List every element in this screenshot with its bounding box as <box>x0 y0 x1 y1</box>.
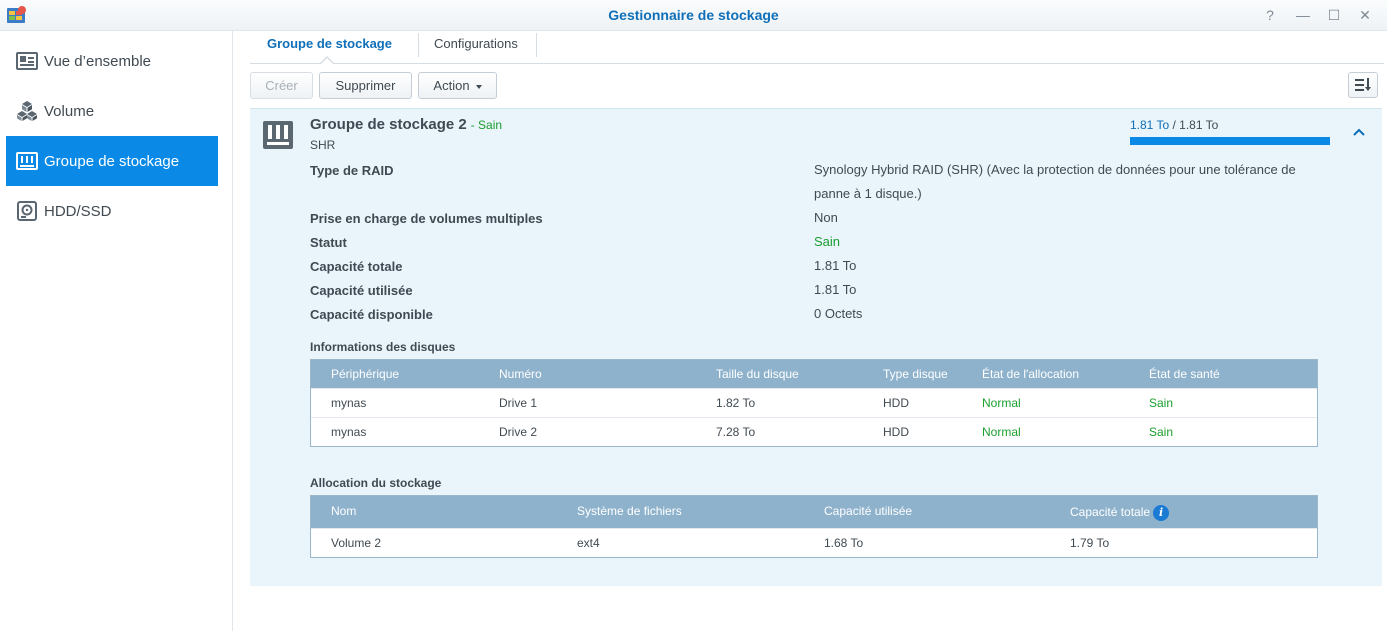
overview-icon <box>15 50 39 72</box>
sidebar-item-label: Groupe de stockage <box>44 152 180 170</box>
allocation-table-header: Nom Système de fichiers Capacité utilisé… <box>311 496 1317 528</box>
pool-capacity-bar-fill <box>1130 137 1330 145</box>
cell-used-capacity: 1.68 To <box>824 536 864 550</box>
tab-separator <box>418 33 419 57</box>
cell-health-status: Sain <box>1149 396 1174 410</box>
volume-cubes-icon <box>15 100 39 122</box>
column-header-total-capacity-label: Capacité totale <box>1070 505 1151 519</box>
maximize-button[interactable]: ☐ <box>1325 6 1343 24</box>
create-button[interactable]: Créer <box>250 72 313 99</box>
cell-health-status: Sain <box>1149 425 1174 439</box>
column-header-device[interactable]: Périphérique <box>331 360 399 388</box>
sidebar: Vue d’ensemble Volume Groupe de stockage… <box>0 31 233 631</box>
column-header-disk-type[interactable]: Type disque <box>883 360 948 388</box>
info-icon[interactable]: i <box>1153 504 1170 521</box>
help-button[interactable]: ? <box>1261 6 1279 24</box>
storage-pool-panel[interactable]: Groupe de stockage 2- Sain SHR 1.81 To /… <box>250 108 1382 586</box>
minimize-button[interactable]: — <box>1294 6 1312 24</box>
hdd-icon <box>15 200 39 222</box>
pool-name: Groupe de stockage 2 <box>310 116 467 133</box>
cell-disk-size: 1.82 To <box>716 396 756 410</box>
prop-value-multi-volume: Non <box>814 210 838 225</box>
disks-table: Périphérique Numéro Taille du disque Typ… <box>310 359 1318 447</box>
table-row[interactable]: Volume 2 ext4 1.68 To 1.79 To <box>311 528 1317 557</box>
pool-capacity-text: 1.81 To / 1.81 To <box>1130 118 1218 132</box>
cell-number: Drive 1 <box>499 396 538 410</box>
column-header-number[interactable]: Numéro <box>499 360 542 388</box>
disks-section-title: Informations des disques <box>310 340 456 354</box>
cell-device: mynas <box>331 396 367 410</box>
tab-configurations[interactable]: Configurations <box>434 31 518 64</box>
chevron-down-icon <box>475 84 482 89</box>
sort-icon <box>1355 78 1371 91</box>
allocation-section-title: Allocation du stockage <box>310 476 442 490</box>
main-content: Groupe de stockage Configurations Créer … <box>234 31 1387 631</box>
cell-disk-type: HDD <box>883 425 909 439</box>
cell-device: mynas <box>331 425 367 439</box>
prop-value-raid-type: Synology Hybrid RAID (SHR) (Avec la prot… <box>814 162 1296 201</box>
column-header-file-system[interactable]: Système de fichiers <box>577 496 682 526</box>
window-title: Gestionnaire de stockage <box>608 7 779 23</box>
sort-button[interactable] <box>1348 72 1378 98</box>
sidebar-item-overview[interactable]: Vue d’ensemble <box>6 36 218 86</box>
prop-label-available-capacity: Capacité disponible <box>310 307 433 322</box>
pool-total-capacity: 1.81 To <box>1179 118 1219 132</box>
cell-number: Drive 2 <box>499 425 538 439</box>
prop-label-used-capacity: Capacité utilisée <box>310 283 413 298</box>
action-button[interactable]: Action <box>418 72 497 99</box>
sidebar-item-hdd-ssd[interactable]: HDD/SSD <box>6 186 218 236</box>
sidebar-item-storage-pool[interactable]: Groupe de stockage <box>6 136 218 186</box>
table-row[interactable]: mynas Drive 1 1.82 To HDD Normal Sain <box>311 388 1317 417</box>
chevron-up-icon[interactable] <box>1352 125 1366 139</box>
cell-allocation-status: Normal <box>982 425 1021 439</box>
delete-button[interactable]: Supprimer <box>319 72 412 99</box>
tab-separator <box>536 33 537 57</box>
column-header-used-capacity[interactable]: Capacité utilisée <box>824 496 912 526</box>
cell-total-capacity: 1.79 To <box>1070 536 1110 550</box>
prop-label-raid-type: Type de RAID <box>310 163 394 178</box>
prop-value-total-capacity: 1.81 To <box>814 258 857 273</box>
column-header-allocation-status[interactable]: État de l'allocation <box>982 360 1079 388</box>
cell-disk-size: 7.28 To <box>716 425 756 439</box>
action-button-label: Action <box>433 78 470 93</box>
sidebar-item-label: HDD/SSD <box>44 202 112 220</box>
cell-disk-type: HDD <box>883 396 909 410</box>
tab-active-indicator <box>320 56 334 64</box>
prop-value-used-capacity: 1.81 To <box>814 282 857 297</box>
prop-value-available-capacity: 0 Octets <box>814 306 863 321</box>
column-header-name[interactable]: Nom <box>331 496 356 526</box>
pool-raid-type: SHR <box>310 138 336 152</box>
cell-allocation-status: Normal <box>982 396 1021 410</box>
window-titlebar: Gestionnaire de stockage ? — ☐ ✕ <box>0 0 1387 31</box>
cell-file-system: ext4 <box>577 536 600 550</box>
prop-label-total-capacity: Capacité totale <box>310 259 403 274</box>
sidebar-item-label: Vue d’ensemble <box>44 52 152 70</box>
prop-value-status: Sain <box>814 234 841 249</box>
column-header-total-capacity[interactable]: Capacité totale i <box>1070 496 1170 528</box>
pool-title: Groupe de stockage 2- Sain <box>310 116 502 133</box>
prop-label-multi-volume: Prise en charge de volumes multiples <box>310 211 543 226</box>
column-header-health-status[interactable]: État de santé <box>1149 360 1220 388</box>
capacity-separator: / <box>1169 118 1180 132</box>
allocation-table: Nom Système de fichiers Capacité utilisé… <box>310 495 1318 558</box>
storage-pool-icon <box>15 150 39 172</box>
table-row[interactable]: mynas Drive 2 7.28 To HDD Normal Sain <box>311 417 1317 446</box>
pool-capacity-bar <box>1130 137 1330 145</box>
storage-pool-icon <box>263 121 293 149</box>
pool-used-capacity: 1.81 To <box>1130 118 1170 132</box>
column-header-disk-size[interactable]: Taille du disque <box>716 360 799 388</box>
close-button[interactable]: ✕ <box>1356 6 1374 24</box>
sidebar-item-label: Volume <box>44 102 95 120</box>
tab-bar: Groupe de stockage Configurations <box>250 31 1384 64</box>
prop-label-status: Statut <box>310 235 347 250</box>
disks-table-header: Périphérique Numéro Taille du disque Typ… <box>311 360 1317 388</box>
cell-name: Volume 2 <box>331 536 382 550</box>
pool-status: - Sain <box>470 118 503 132</box>
sidebar-item-volume[interactable]: Volume <box>6 86 218 136</box>
